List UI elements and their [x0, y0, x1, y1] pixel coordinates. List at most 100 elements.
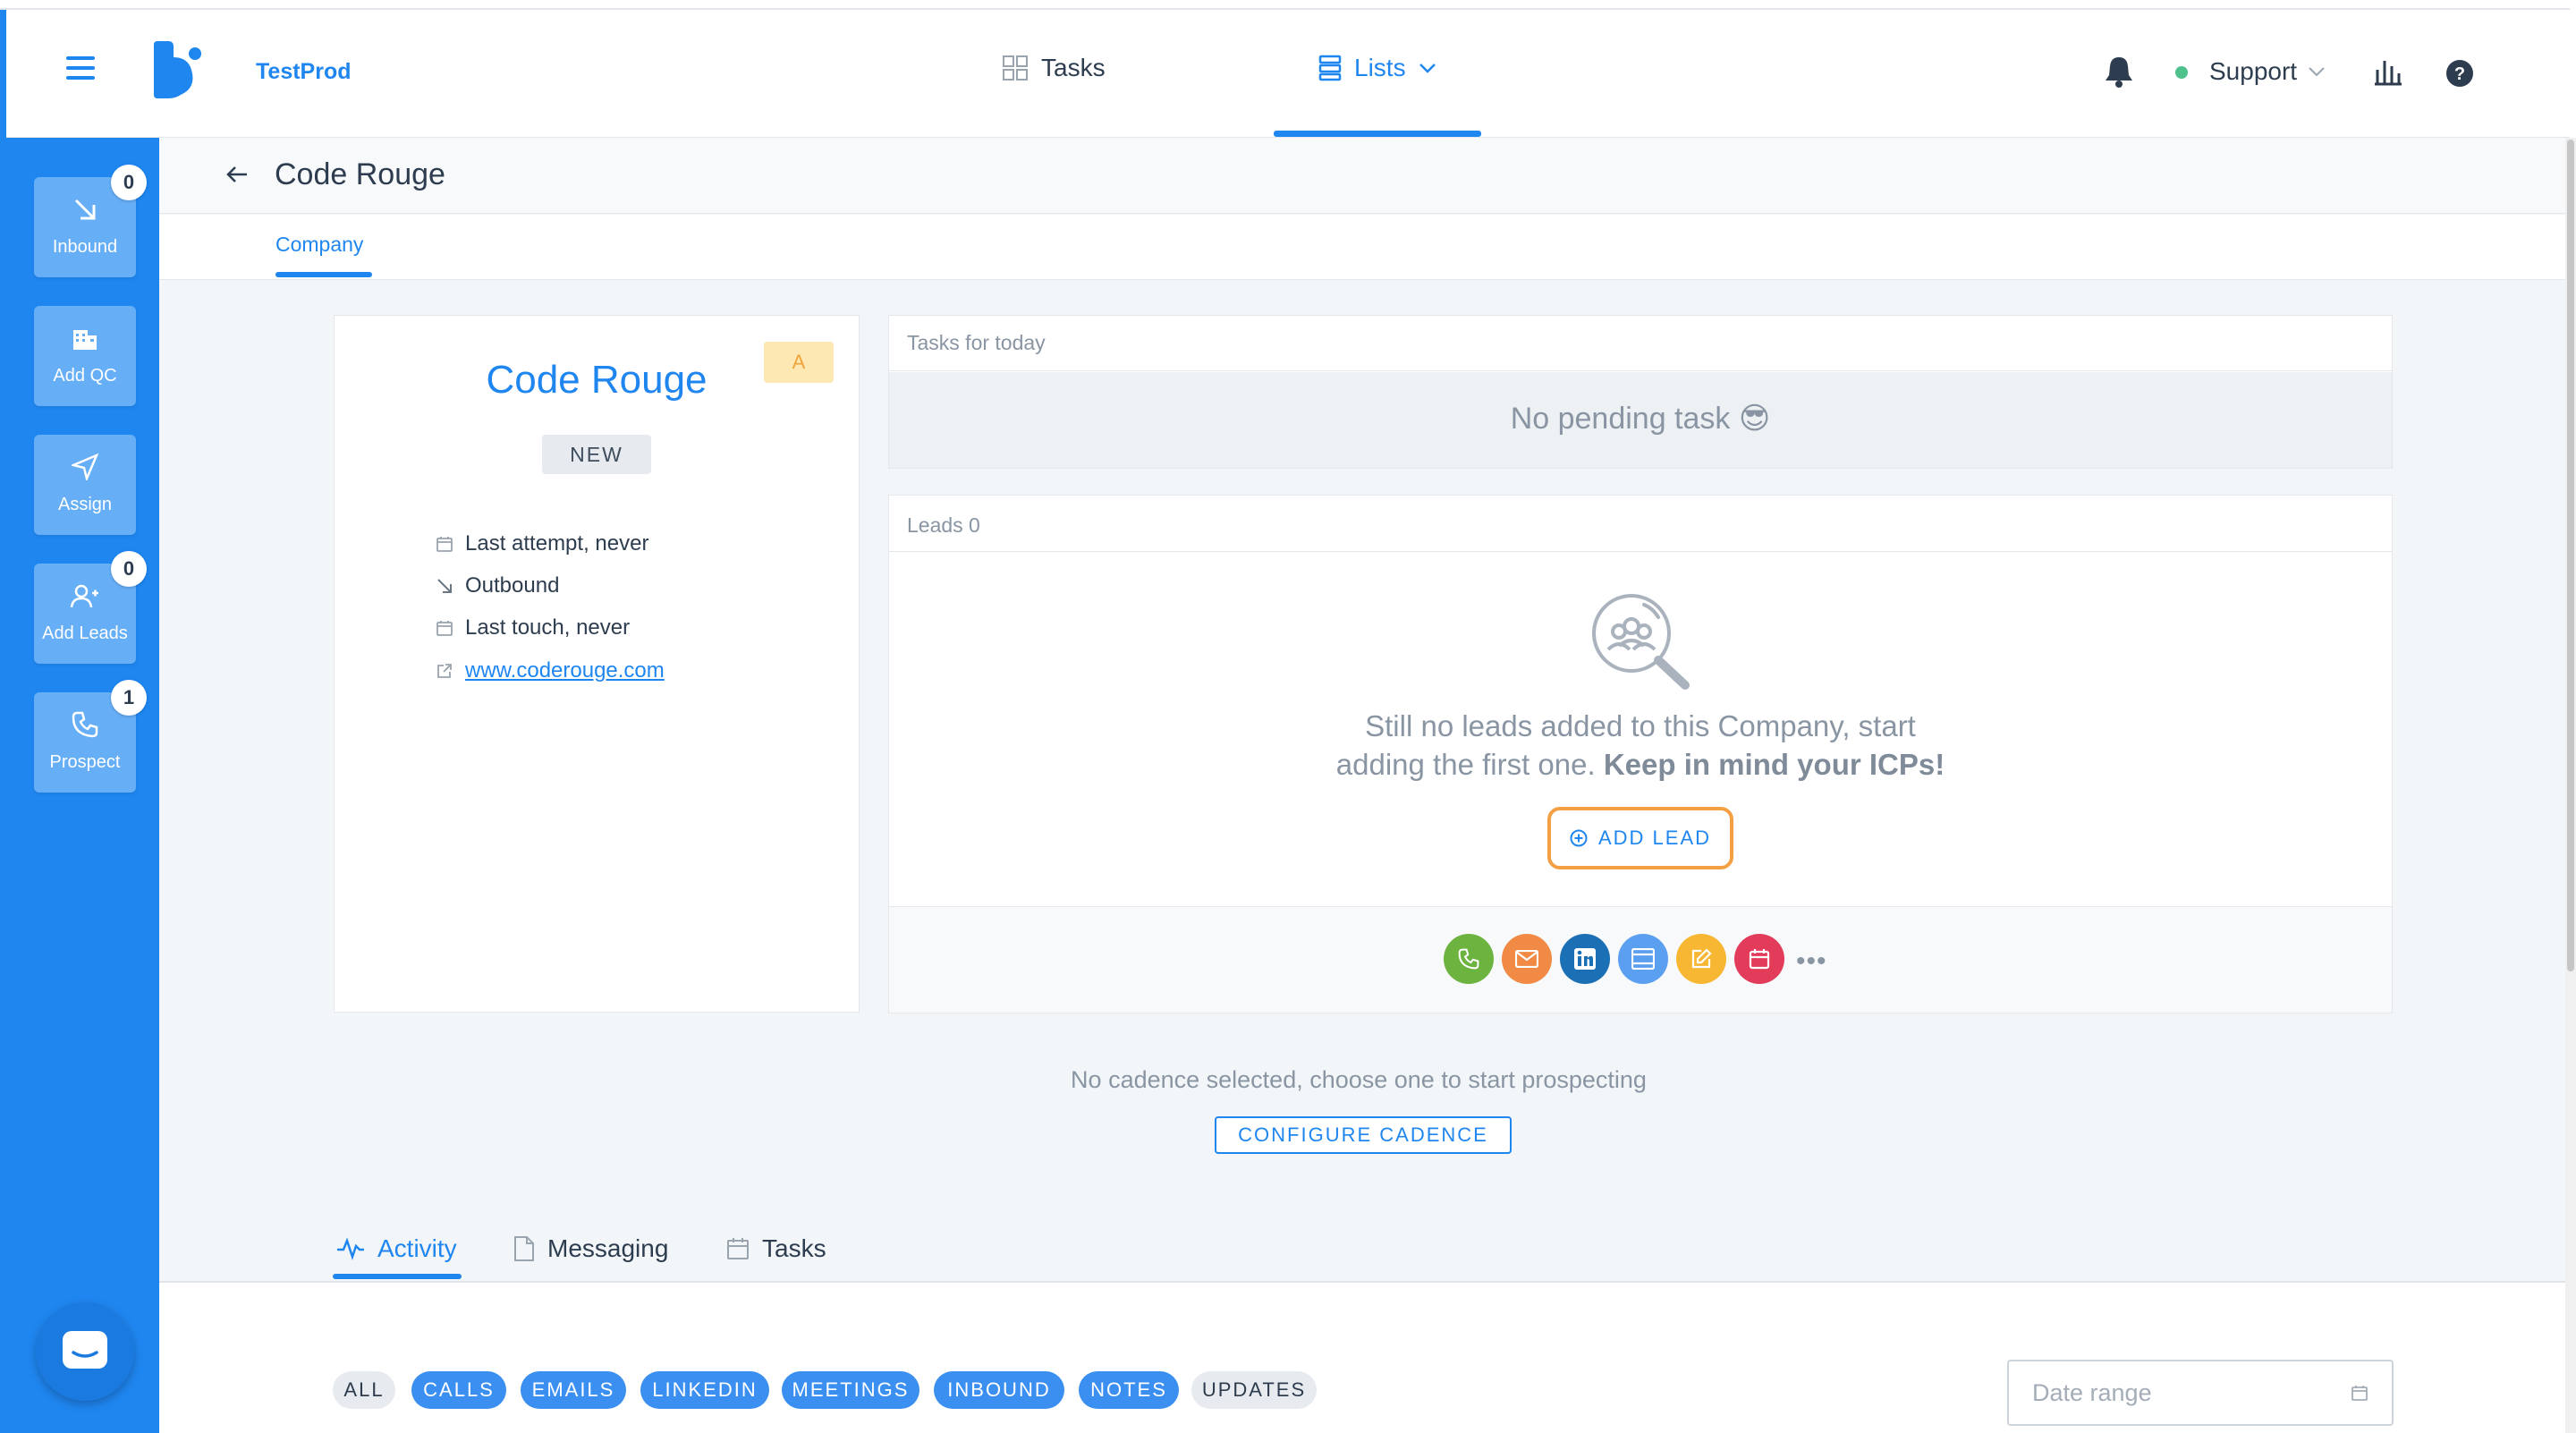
prospect-count-badge: 1 — [111, 680, 147, 716]
website-row: www.coderouge.com — [436, 658, 665, 683]
website-link[interactable]: www.coderouge.com — [465, 658, 665, 683]
calendar-icon — [436, 621, 453, 636]
no-pending-task-text: No pending task 😎 — [1510, 402, 1771, 436]
user-name: Support — [2209, 57, 2298, 85]
leads-header — [889, 496, 2392, 552]
filter-chip-calls[interactable]: CALLS — [411, 1371, 506, 1409]
tab-company[interactable]: Company — [275, 233, 363, 257]
bell-icon[interactable] — [2104, 55, 2134, 92]
back-arrow-icon[interactable] — [225, 163, 249, 191]
send-icon — [72, 454, 98, 480]
add-user-icon — [71, 584, 98, 608]
add-lead-label: ADD LEAD — [1597, 827, 1712, 849]
source-row: Outbound — [436, 573, 559, 598]
meeting-icon — [1631, 948, 1655, 970]
nav-tasks-label: Tasks — [1041, 54, 1106, 81]
list-icon — [1318, 55, 1342, 81]
scrollbar-thumb[interactable] — [2567, 140, 2574, 971]
note-action-button[interactable] — [1676, 934, 1726, 984]
window-left-edge — [0, 10, 6, 1433]
arrow-down-right-icon — [74, 199, 96, 220]
filter-chip-inbound[interactable]: INBOUND — [934, 1371, 1064, 1409]
search-people-icon — [1589, 590, 1692, 695]
arrow-down-right-icon — [437, 579, 452, 593]
sidebar-item-assign[interactable]: Assign — [34, 435, 136, 535]
sidebar-item-label: Prospect — [49, 752, 121, 772]
window-top-border — [0, 0, 2576, 10]
filter-chip-meetings[interactable]: MEETINGS — [782, 1371, 919, 1409]
filter-chip-emails[interactable]: EMAILS — [521, 1371, 626, 1409]
calendar-icon — [2351, 1386, 2368, 1401]
sidebar-item-label: Add Leads — [42, 623, 128, 643]
page-title-bar — [159, 138, 2565, 214]
activity-icon — [337, 1237, 364, 1260]
calendar-icon — [436, 537, 453, 552]
bar-chart-icon[interactable] — [2374, 57, 2402, 90]
filter-chip-updates[interactable]: UPDATES — [1191, 1371, 1317, 1409]
user-menu[interactable]: Support — [2209, 57, 2326, 86]
logo-icon — [150, 41, 204, 98]
task-action-button[interactable] — [1734, 934, 1784, 984]
more-actions-icon[interactable]: ••• — [1796, 946, 1827, 977]
linkedin-action-button[interactable] — [1560, 934, 1610, 984]
email-action-button[interactable] — [1502, 934, 1552, 984]
chat-launcher-button[interactable] — [36, 1302, 134, 1401]
add-leads-count-badge: 0 — [111, 551, 147, 587]
filter-chip-notes[interactable]: NOTES — [1079, 1371, 1179, 1409]
leads-empty-line2-wrap: adding the first one. Keep in mind your … — [889, 745, 2392, 784]
filter-chip-all[interactable]: ALL — [333, 1371, 395, 1409]
external-link-icon — [437, 664, 452, 678]
filter-chip-linkedin[interactable]: LINKEDIN — [640, 1371, 769, 1409]
last-touch-text: Last touch, never — [465, 615, 631, 640]
leads-title: Leads 0 — [907, 513, 980, 537]
help-icon[interactable]: ? — [2445, 59, 2474, 92]
tab-activity[interactable]: Activity — [336, 1234, 457, 1263]
status-badge[interactable]: NEW — [542, 435, 651, 474]
nav-lists-label: Lists — [1354, 54, 1406, 81]
phone-icon — [1458, 948, 1479, 970]
sidebar-item-label: Assign — [57, 495, 113, 514]
nav-lists[interactable]: Lists — [1318, 54, 1436, 82]
leads-empty-bold: Keep in mind your ICPs! — [1603, 748, 1945, 781]
active-bottom-tab-indicator — [333, 1274, 462, 1279]
page-title: Code Rouge — [275, 157, 445, 191]
tasks-today-header — [889, 316, 2392, 371]
tab-tasks[interactable]: Tasks — [726, 1234, 826, 1263]
leads-empty-line1: Still no leads added to this Company, st… — [1365, 709, 1916, 742]
last-touch-row: Last touch, never — [436, 615, 630, 640]
sub-tab-bar — [159, 215, 2565, 280]
company-score-badge: A — [764, 342, 834, 383]
tasks-today-title: Tasks for today — [907, 331, 1046, 354]
tab-tasks-label: Tasks — [762, 1234, 826, 1262]
sidebar-item-label: Add QC — [53, 366, 117, 386]
meeting-action-button[interactable] — [1618, 934, 1668, 984]
chevron-down-icon — [1419, 64, 1436, 73]
menu-icon[interactable] — [61, 50, 102, 89]
date-range-input[interactable]: Date range — [2007, 1360, 2394, 1426]
building-icon — [73, 330, 97, 350]
edit-icon — [1691, 948, 1712, 969]
active-nav-indicator — [1274, 131, 1481, 137]
chat-icon — [63, 1331, 107, 1369]
tab-messaging[interactable]: Messaging — [513, 1234, 668, 1263]
add-lead-button[interactable]: ADD LEAD — [1547, 807, 1733, 869]
nav-tasks[interactable]: Tasks — [1002, 54, 1106, 82]
plus-circle-icon — [1570, 829, 1588, 847]
workspace-name[interactable]: TestProd — [256, 59, 352, 85]
call-action-button[interactable] — [1444, 934, 1494, 984]
inbound-count-badge: 0 — [111, 165, 147, 200]
grid-icon — [1003, 55, 1028, 81]
mail-icon — [1515, 950, 1538, 968]
calendar-icon — [1749, 949, 1770, 970]
linkedin-icon — [1574, 948, 1596, 970]
online-status-indicator — [2175, 66, 2188, 79]
active-tab-indicator — [275, 272, 372, 277]
configure-cadence-button[interactable]: CONFIGURE CADENCE — [1215, 1116, 1512, 1154]
tab-messaging-label: Messaging — [547, 1234, 669, 1262]
sidebar-item-label: Inbound — [52, 237, 118, 257]
svg-text:?: ? — [2454, 64, 2465, 84]
sidebar-item-add-qc[interactable]: Add QC — [34, 306, 136, 406]
last-attempt-row: Last attempt, never — [436, 531, 648, 556]
source-text: Outbound — [465, 573, 560, 598]
window-right-edge — [2570, 0, 2576, 138]
